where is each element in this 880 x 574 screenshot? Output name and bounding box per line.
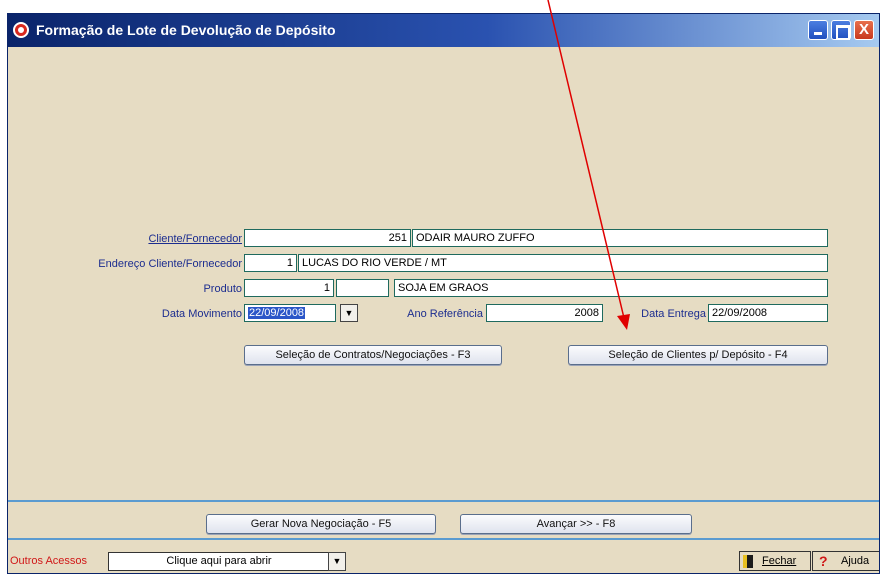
- gerar-negociacao-button[interactable]: Gerar Nova Negociação - F5: [206, 514, 436, 534]
- endereco-label: Endereço Cliente/Fornecedor: [98, 258, 242, 270]
- outros-acessos-label: Outros Acessos: [10, 555, 88, 567]
- status-bar: Outros Acessos Clique aqui para abrir ▼ …: [8, 544, 879, 573]
- data-entrega-field[interactable]: 22/09/2008: [708, 304, 828, 322]
- chevron-down-icon: ▼: [332, 556, 342, 566]
- maximize-button[interactable]: [831, 20, 851, 40]
- app-icon: [13, 22, 29, 38]
- main-window: Formação de Lote de Devolução de Depósit…: [7, 13, 880, 574]
- endereco-desc-field[interactable]: LUCAS DO RIO VERDE / MT: [298, 254, 828, 272]
- separator-line: [8, 500, 879, 502]
- ano-referencia-field[interactable]: 2008: [486, 304, 603, 322]
- window-title: Formação de Lote de Devolução de Depósit…: [36, 22, 336, 38]
- close-icon: X: [858, 21, 869, 38]
- minimize-button[interactable]: [808, 20, 828, 40]
- title-bar[interactable]: Formação de Lote de Devolução de Depósit…: [8, 14, 879, 47]
- data-movimento-field[interactable]: 22/09/2008: [244, 304, 336, 322]
- selecao-clientes-deposito-button[interactable]: Seleção de Clientes p/ Depósito - F4: [568, 345, 828, 365]
- cliente-codigo-field[interactable]: 251: [244, 229, 411, 247]
- produto-label: Produto: [203, 283, 242, 295]
- outros-acessos-dropdown[interactable]: ▼: [328, 552, 346, 571]
- question-icon: ?: [819, 553, 828, 569]
- close-button[interactable]: X: [854, 20, 874, 40]
- ajuda-button[interactable]: ? Ajuda: [812, 551, 879, 571]
- exit-door-icon: [743, 555, 753, 568]
- separator-line: [8, 538, 879, 540]
- selecao-contratos-button[interactable]: Seleção de Contratos/Negociações - F3: [244, 345, 502, 365]
- cliente-label[interactable]: Cliente/Fornecedor: [48, 233, 242, 245]
- fechar-label: Fechar: [762, 555, 797, 567]
- outros-acessos-select[interactable]: Clique aqui para abrir: [108, 552, 330, 571]
- produto-desc-field[interactable]: SOJA EM GRAOS: [394, 279, 828, 297]
- data-movimento-label: Data Movimento: [161, 308, 242, 320]
- produto-extra-field[interactable]: [336, 279, 389, 297]
- cliente-nome-field[interactable]: ODAIR MAURO ZUFFO: [412, 229, 828, 247]
- produto-codigo-field[interactable]: 1: [244, 279, 334, 297]
- ajuda-label: Ajuda: [841, 555, 870, 567]
- ano-referencia-label: Ano Referência: [407, 308, 483, 320]
- data-entrega-label: Data Entrega: [641, 308, 706, 320]
- avancar-button[interactable]: Avançar >> - F8: [460, 514, 692, 534]
- endereco-codigo-field[interactable]: 1: [244, 254, 297, 272]
- fechar-button[interactable]: Fechar: [739, 551, 811, 571]
